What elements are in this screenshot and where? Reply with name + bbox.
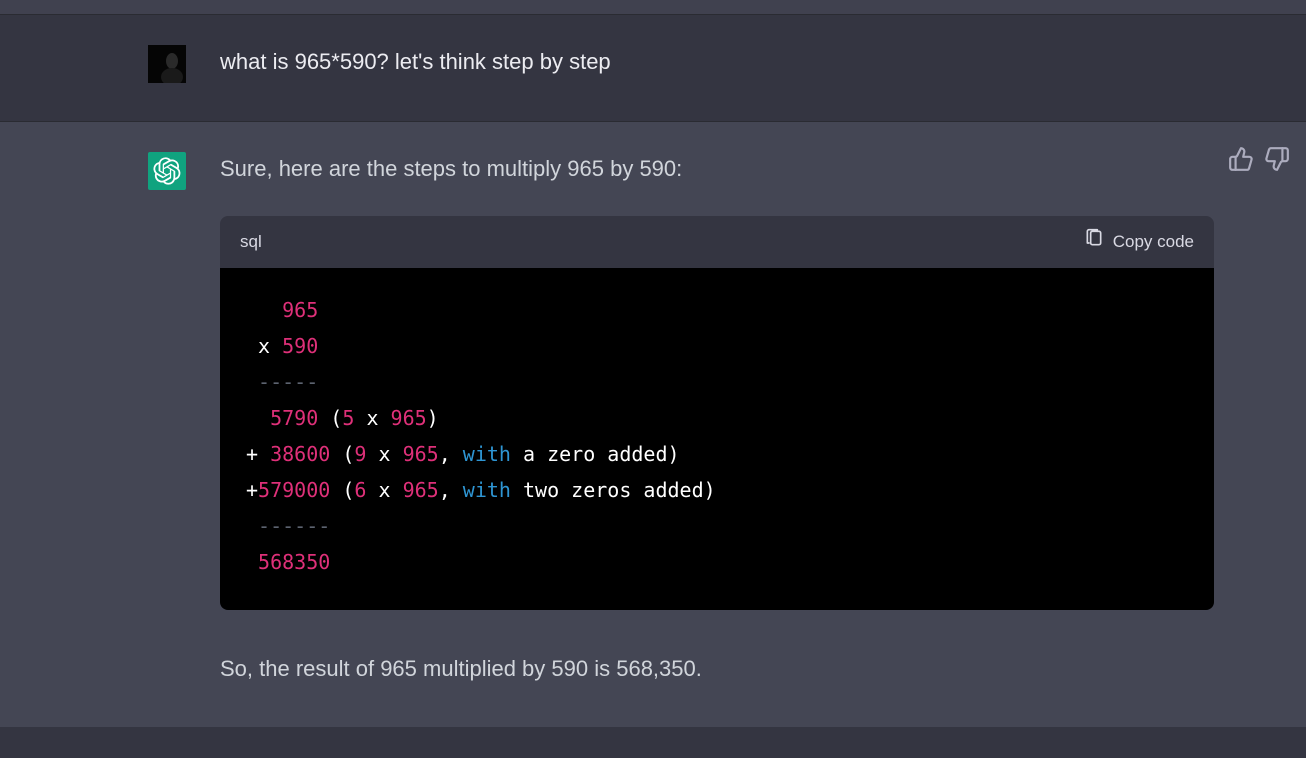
code-block-header: sql Copy code [220, 216, 1214, 268]
copy-code-button[interactable]: Copy code [1084, 228, 1194, 256]
assistant-followup-text: So, the result of 965 multiplied by 590 … [220, 652, 1216, 686]
user-message-row: what is 965*590? let's think step by ste… [0, 15, 1306, 122]
user-message-text: what is 965*590? let's think step by ste… [220, 45, 1216, 79]
assistant-avatar [148, 152, 186, 190]
copy-code-label: Copy code [1113, 229, 1194, 255]
assistant-intro-text: Sure, here are the steps to multiply 965… [220, 152, 1216, 186]
thumbs-up-icon[interactable] [1228, 146, 1254, 172]
code-language-label: sql [240, 229, 262, 255]
top-divider [0, 0, 1306, 15]
thumbs-down-icon[interactable] [1264, 146, 1290, 172]
code-content: 965 x 590 ----- 5790 (5 x 965) + 38600 (… [220, 268, 1214, 610]
clipboard-icon [1084, 228, 1104, 256]
user-avatar [148, 45, 186, 83]
feedback-buttons [1228, 146, 1290, 172]
assistant-message-row: Sure, here are the steps to multiply 965… [0, 122, 1306, 727]
code-block: sql Copy code 965 x 590 ----- 5790 (5 x … [220, 216, 1214, 610]
